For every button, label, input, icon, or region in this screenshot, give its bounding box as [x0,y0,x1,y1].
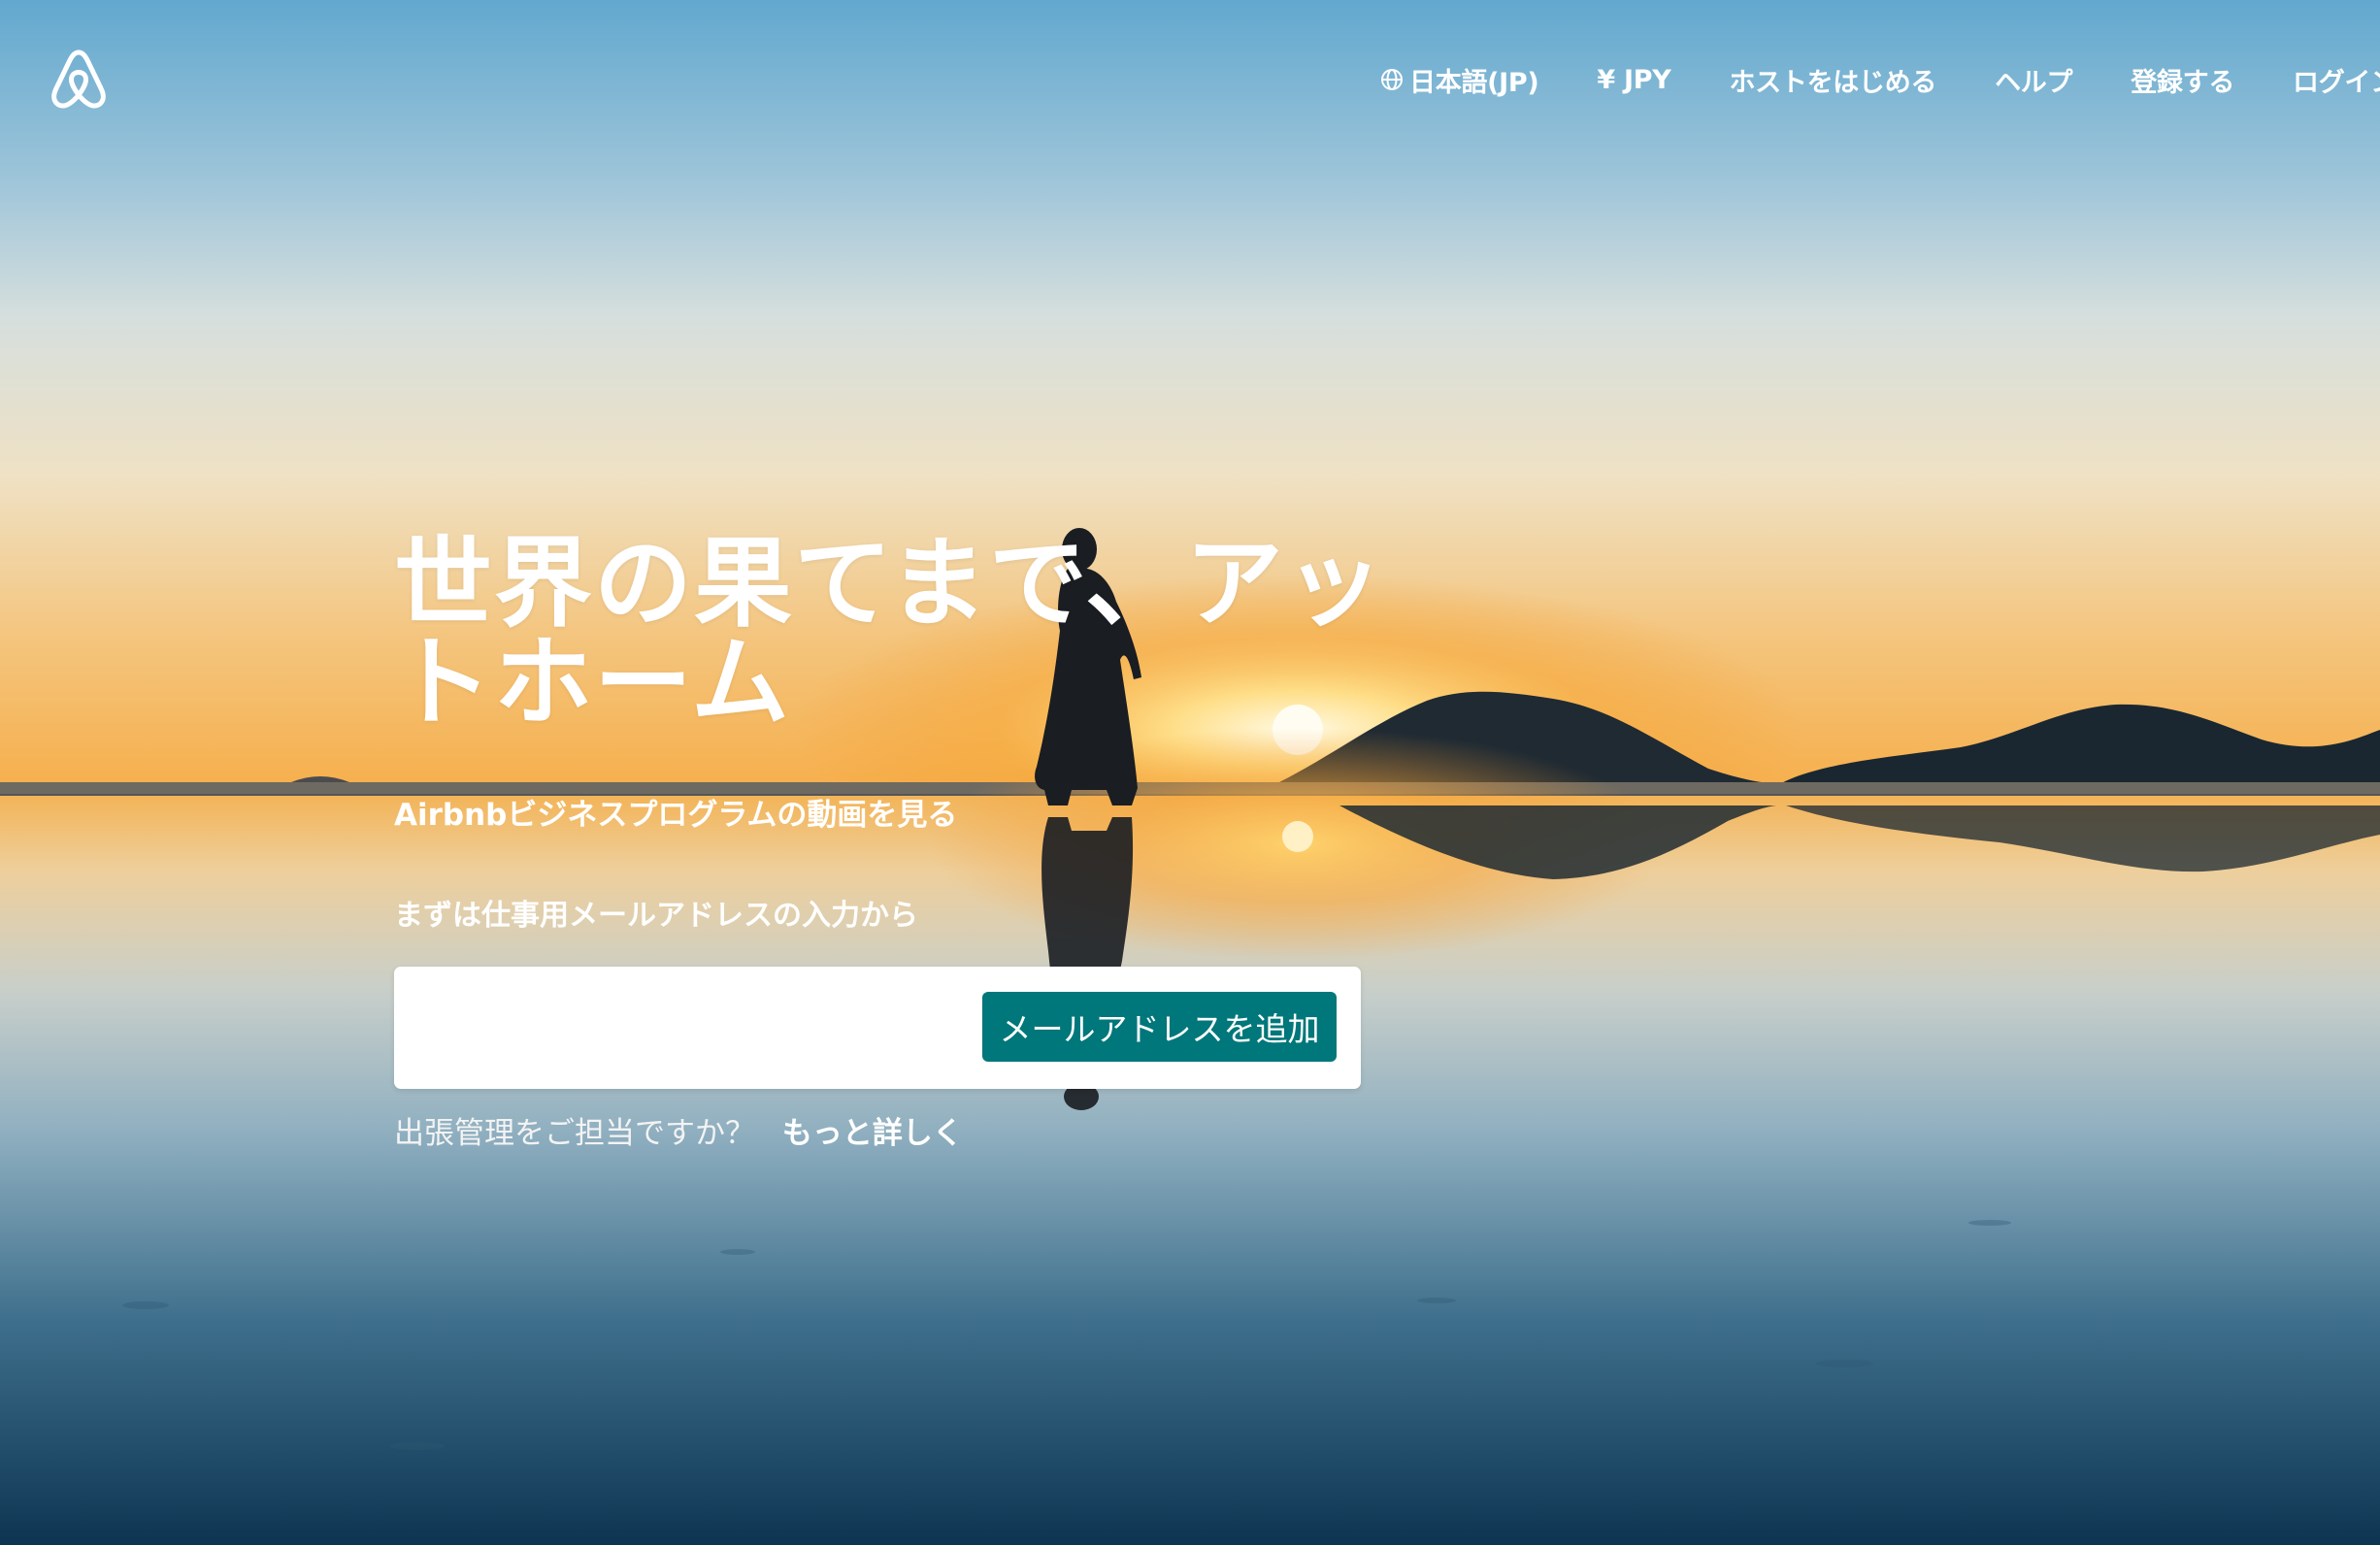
email-prompt: まずは仕事用メールアドレスの入力から [394,899,918,933]
airbnb-belo-icon [51,49,106,109]
landing-page: 日本語(JP) ¥ JPY ホストをはじめる ヘルプ 登録する ログイン 世界の… [0,0,2380,1545]
help-label: ヘルプ [1995,67,2073,98]
signup-label: 登録する [2131,67,2235,98]
language-label: 日本語(JP) [1409,67,1539,98]
travel-manager-question: 出張管理をご担当ですか？ [394,1116,755,1151]
hero-title: 世界の果てまで、アットホーム [394,526,1385,740]
airbnb-logo[interactable] [49,47,109,111]
hero-section: 世界の果てまで、アットホーム Airbnbビジネスプログラムの動画を見る まずは… [394,526,1462,1151]
become-host-link[interactable]: ホストをはじめる [1730,61,1937,99]
email-signup-form: メールアドレスを追加 [394,967,1361,1089]
login-link[interactable]: ログイン [2293,61,2380,99]
currency-selector[interactable]: ¥ JPY [1597,65,1670,95]
work-email-input[interactable] [415,988,963,1069]
learn-more-link[interactable]: もっと詳しく [782,1116,963,1151]
add-email-button[interactable]: メールアドレスを追加 [982,992,1337,1062]
become-host-label: ホストをはじめる [1729,67,1937,98]
globe-icon [1381,69,1403,90]
language-selector[interactable]: 日本語(JP) [1380,61,1539,99]
signup-link[interactable]: 登録する [2131,61,2234,99]
help-link[interactable]: ヘルプ [1995,61,2072,99]
top-navigation: 日本語(JP) ¥ JPY ホストをはじめる ヘルプ 登録する ログイン [1380,56,2380,103]
travel-manager-row: 出張管理をご担当ですか？ もっと詳しく [394,1108,963,1152]
hero-background-image [0,0,2380,1545]
watch-video-link[interactable]: Airbnbビジネスプログラムの動画を見る [394,790,957,834]
login-label: ログイン [2293,67,2380,98]
currency-label: ¥ JPY [1597,64,1671,95]
